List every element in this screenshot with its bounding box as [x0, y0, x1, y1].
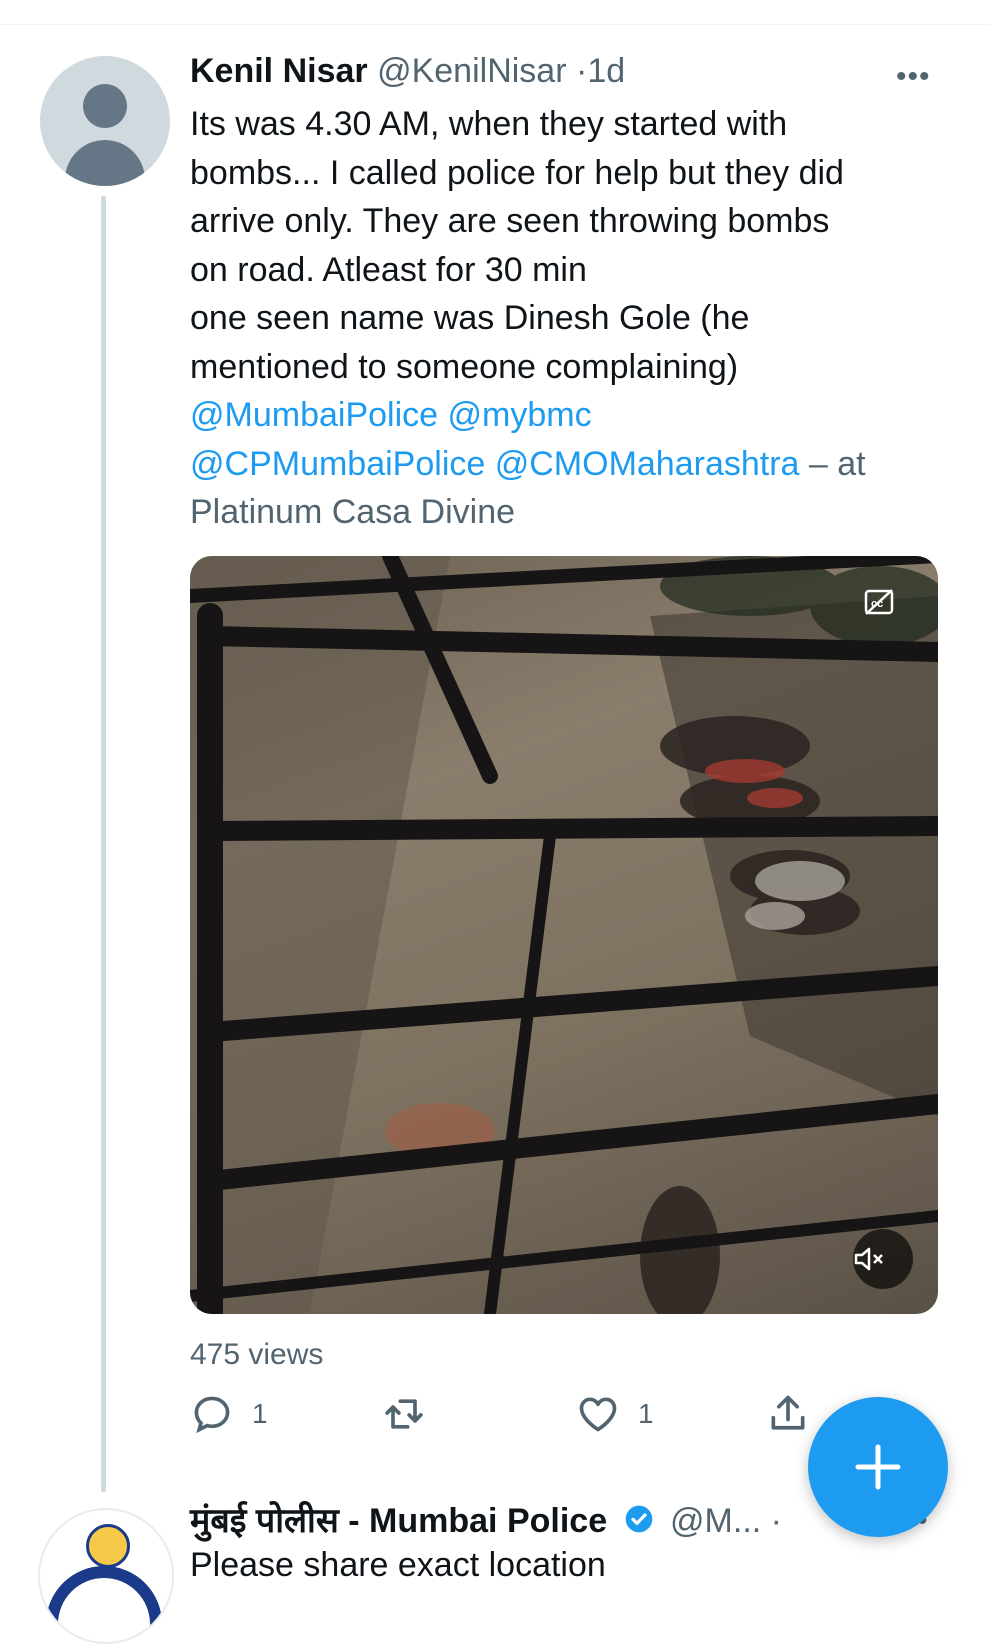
tweet-text-line: Its was 4.30 AM, when they started with	[190, 105, 788, 143]
top-divider	[0, 0, 990, 25]
author-avatar[interactable]	[40, 56, 170, 186]
like-count: 1	[638, 1398, 654, 1429]
police-logo-ring	[46, 1566, 162, 1642]
mention-link-mybmc[interactable]: @mybmc	[448, 396, 592, 434]
tweet-text-line: on road. Atleast for 30 min	[190, 250, 587, 289]
location-link[interactable]: Platinum Casa Divine	[190, 488, 950, 537]
retweet-icon	[385, 1399, 423, 1429]
view-count: 475 views	[190, 1338, 324, 1371]
author-name[interactable]: Kenil Nisar	[190, 52, 368, 90]
mute-icon[interactable]	[853, 1229, 913, 1289]
tweet-text-line: one seen name was Dinesh Gole (he	[190, 299, 750, 337]
share-icon	[771, 1395, 805, 1430]
share-button[interactable]	[766, 1392, 810, 1436]
reply-button[interactable]: 1	[190, 1392, 268, 1436]
reply-count: 1	[252, 1398, 268, 1429]
mention-link-cpmumbaipolice[interactable]: @CPMumbaiPolice	[190, 445, 485, 483]
video-player[interactable]: cc	[190, 556, 938, 1314]
more-options-icon[interactable]: •••	[896, 60, 931, 94]
mentions-line: @MumbaiPolice @mybmc	[190, 391, 950, 440]
reply-author-handle[interactable]: @M...	[670, 1502, 761, 1540]
verified-badge-icon	[623, 1503, 655, 1544]
mentions-line: @CPMumbaiPolice @CMOMaharashtra – at	[190, 440, 950, 489]
reply-author-avatar[interactable]	[38, 1508, 174, 1644]
reply-text: Please share exact location	[190, 1546, 606, 1584]
tweet-actions: 1 1	[190, 1392, 830, 1442]
like-button[interactable]: 1	[576, 1392, 654, 1436]
mention-link-mumbaipolice[interactable]: @MumbaiPolice	[190, 396, 438, 434]
retweet-button[interactable]	[382, 1392, 444, 1436]
reply-header: मुंबई पोलीस - Mumbai Police @M... ·	[190, 1496, 782, 1544]
reply-icon	[194, 1396, 230, 1434]
closed-captions-icon[interactable]: cc	[864, 588, 908, 632]
author-handle[interactable]: @KenilNisar	[377, 52, 566, 90]
tweet-text: Its was 4.30 AM, when they started with …	[190, 100, 950, 537]
header-separator: ·	[576, 52, 588, 90]
tweet-timestamp[interactable]: 1d	[587, 52, 625, 90]
reply-header-separator: ·	[770, 1502, 782, 1540]
thread-connector-line	[101, 196, 106, 1492]
tweet-text-line: arrive only. They are seen throwing bomb…	[190, 202, 830, 240]
tweet-header: Kenil Nisar @KenilNisar ·1d	[190, 52, 625, 91]
heart-icon	[579, 1397, 617, 1432]
police-emblem-icon	[86, 1524, 130, 1568]
avatar-placeholder-body	[65, 140, 145, 186]
reply-author-name[interactable]: मुंबई पोलीस - Mumbai Police	[190, 1502, 607, 1540]
mention-link-cmomaharashtra[interactable]: @CMOMaharashtra	[495, 445, 800, 483]
tweet-text-line: bombs... I called police for help but th…	[190, 153, 844, 192]
plus-icon	[855, 1444, 901, 1490]
location-prefix: – at	[799, 444, 866, 483]
compose-tweet-button[interactable]	[808, 1397, 948, 1537]
tweet-text-line: mentioned to someone complaining)	[190, 347, 739, 386]
avatar-placeholder-head	[83, 84, 127, 128]
video-frame	[190, 556, 938, 1314]
